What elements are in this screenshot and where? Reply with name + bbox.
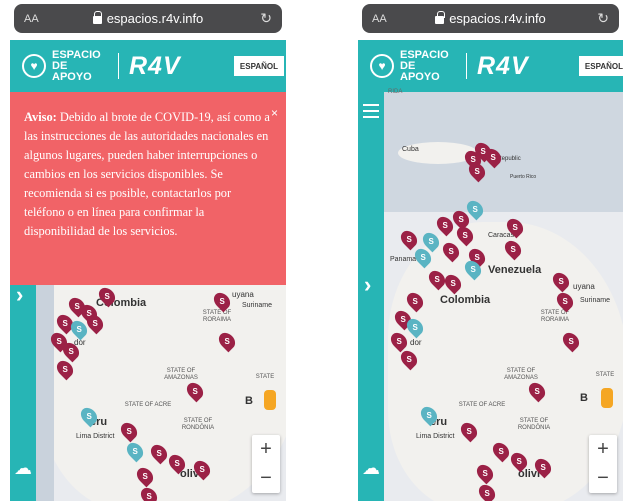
brand-name: ESPACIO DE APOYO <box>52 48 101 83</box>
lock-icon <box>435 10 445 24</box>
map-label-ecuador: dor <box>410 338 422 347</box>
zoom-in-button[interactable]: + <box>589 435 617 464</box>
map-label-amazonas: STATE OF AMAZONAS <box>164 368 198 381</box>
map-label-guyana: uyana <box>232 290 254 299</box>
map-label-amazonas: STATE OF AMAZONAS <box>504 368 538 381</box>
left-sidebar: › ☁ <box>358 92 384 501</box>
map-label-acre: STATE OF ACRE <box>124 402 172 408</box>
expand-chevron-icon[interactable]: › <box>16 282 23 308</box>
url-text: espacios.r4v.info <box>106 11 204 26</box>
phone-screen-left: AA espacios.r4v.info ↻ ♥ ESPACIO DE APOY… <box>10 0 286 501</box>
notice-label: Aviso: <box>24 110 57 124</box>
language-button[interactable]: ESPAÑOL <box>578 56 623 76</box>
service-pin[interactable]: S <box>397 227 421 251</box>
street-view-pegman-icon[interactable] <box>601 388 613 408</box>
browser-url-bar: AA espacios.r4v.info ↻ <box>358 0 623 40</box>
address-field[interactable]: AA espacios.r4v.info ↻ <box>362 4 619 33</box>
notice-text: Debido al brote de COVID-19, así como a … <box>24 110 270 238</box>
map-label-puerto-rico: Puerto Rico <box>510 174 537 180</box>
menu-icon[interactable] <box>363 104 379 122</box>
zoom-control: + − <box>589 435 617 493</box>
street-view-pegman-icon[interactable] <box>264 390 276 410</box>
zoom-control: + − <box>252 435 280 493</box>
zoom-in-button[interactable]: + <box>252 435 280 464</box>
map-label-rondonia: STATE OF RONDÔNIA <box>181 418 215 431</box>
phone-screen-right: AA espacios.r4v.info ↻ ♥ ESPACIO DE APOY… <box>358 0 623 501</box>
map-label-lima: Lima District <box>76 433 115 440</box>
map-label-rondonia: STATE OF RONDÔNIA <box>517 418 551 431</box>
map-label-suriname: Suriname <box>242 302 272 309</box>
map-label-venezuela: Venezuela <box>488 264 542 276</box>
site-header: ♥ ESPACIO DE APOYO R4V ESPAÑOL <box>358 40 623 92</box>
language-button[interactable]: ESPAÑOL <box>233 56 284 76</box>
map-label-brazil: B <box>245 395 253 407</box>
map-label-state: STATE <box>255 374 275 380</box>
r4v-logo: R4V <box>129 51 181 80</box>
map-label-roraima: STATE OF RORAIMA <box>202 310 232 323</box>
browser-url-bar: AA espacios.r4v.info ↻ <box>10 0 286 40</box>
close-icon[interactable]: × <box>271 104 278 123</box>
heart-hand-logo-icon: ♥ <box>370 54 394 78</box>
reload-icon[interactable]: ↻ <box>597 10 609 27</box>
covid-notice: × Aviso: Debido al brote de COVID-19, as… <box>10 92 286 285</box>
heart-hand-logo-icon: ♥ <box>22 54 46 78</box>
map-label-lima: Lima District <box>416 433 455 440</box>
site-header: ♥ ESPACIO DE APOYO R4V ESPAÑOL <box>10 40 286 92</box>
map-label-roraima: STATE OF RORAIMA <box>540 310 570 323</box>
header-divider <box>466 53 467 79</box>
zoom-out-button[interactable]: − <box>252 464 280 493</box>
brand-name: ESPACIO DE APOYO <box>400 48 449 83</box>
map-label-panama: Panama <box>390 256 417 263</box>
lock-icon <box>92 10 103 24</box>
address-field[interactable]: AA espacios.r4v.info ↻ <box>14 4 282 33</box>
cloud-download-icon[interactable]: ☁ <box>362 458 380 479</box>
text-size-button[interactable]: AA <box>372 13 387 25</box>
header-divider <box>118 53 119 79</box>
r4v-logo: R4V <box>477 51 529 80</box>
map-label-acre: STATE OF ACRE <box>458 402 506 408</box>
ocean <box>36 252 54 501</box>
reload-icon[interactable]: ↻ <box>260 10 272 27</box>
map-label-guyana: uyana <box>573 282 595 291</box>
map-label-brazil: B <box>580 392 588 404</box>
map-label-colombia: Colombia <box>440 294 491 306</box>
cloud-download-icon[interactable]: ☁ <box>14 458 32 479</box>
expand-chevron-icon[interactable]: › <box>364 272 371 298</box>
map-label-cuba: Cuba <box>402 146 419 153</box>
map-label-suriname: Suriname <box>580 297 610 304</box>
map-view[interactable]: › ☁ RIDA Cuba can Republic Puerto Rico P… <box>358 89 623 501</box>
map-label-state: STATE <box>595 372 615 378</box>
map-label-florida: RIDA <box>388 89 403 95</box>
zoom-out-button[interactable]: − <box>589 464 617 493</box>
text-size-button[interactable]: AA <box>24 13 39 25</box>
url-text: espacios.r4v.info <box>449 11 546 26</box>
